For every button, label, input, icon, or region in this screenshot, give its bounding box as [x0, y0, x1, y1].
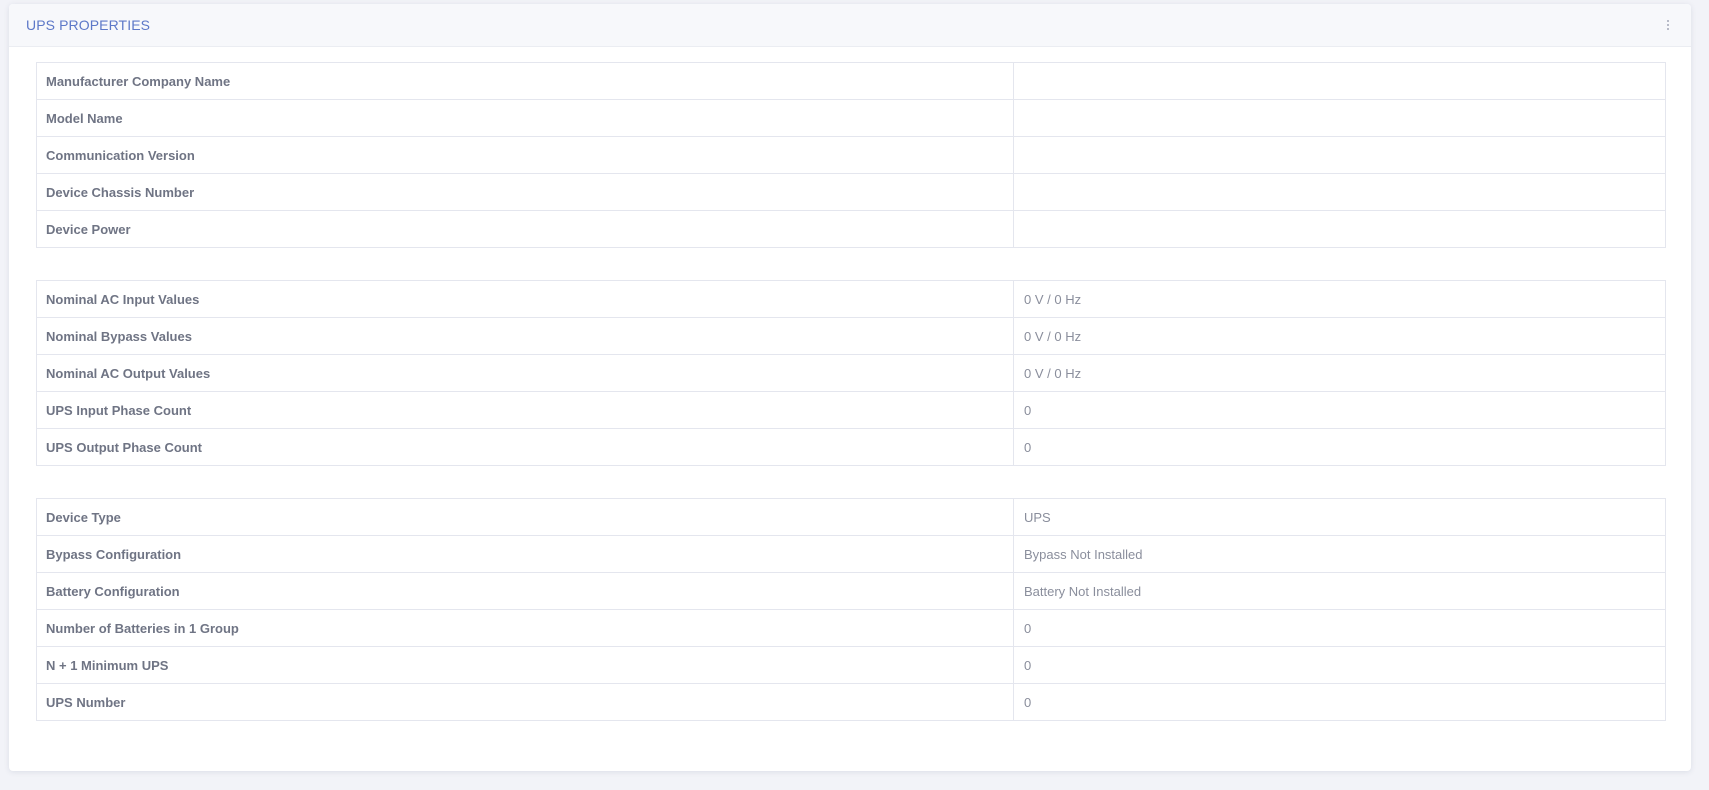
- property-value: [1013, 62, 1666, 100]
- property-value: Bypass Not Installed: [1013, 535, 1666, 573]
- property-label: UPS Number: [36, 683, 1014, 721]
- property-label: Device Chassis Number: [36, 173, 1014, 211]
- property-label: Model Name: [36, 99, 1014, 137]
- property-label: Battery Configuration: [36, 572, 1014, 610]
- property-label: Nominal AC Input Values: [36, 280, 1014, 318]
- property-label: Device Type: [36, 498, 1014, 536]
- table-row: Battery Configuration Battery Not Instal…: [36, 572, 1666, 610]
- table-row: UPS Input Phase Count 0: [36, 391, 1666, 429]
- property-label: Nominal Bypass Values: [36, 317, 1014, 355]
- property-label: Manufacturer Company Name: [36, 62, 1014, 100]
- property-value: 0 V / 0 Hz: [1013, 317, 1666, 355]
- property-value: 0 V / 0 Hz: [1013, 354, 1666, 392]
- property-value: 0: [1013, 391, 1666, 429]
- property-value: 0 V / 0 Hz: [1013, 280, 1666, 318]
- table-row: Device Power: [36, 210, 1666, 248]
- table-row: Number of Batteries in 1 Group 0: [36, 609, 1666, 647]
- property-label: Number of Batteries in 1 Group: [36, 609, 1014, 647]
- property-value: 0: [1013, 646, 1666, 684]
- ups-properties-card: UPS PROPERTIES Manufacturer Company Name…: [9, 4, 1691, 771]
- property-label: UPS Output Phase Count: [36, 428, 1014, 466]
- property-label: UPS Input Phase Count: [36, 391, 1014, 429]
- table-row: Nominal AC Output Values 0 V / 0 Hz: [36, 354, 1666, 392]
- more-vertical-icon[interactable]: [1661, 15, 1675, 35]
- table-row: N + 1 Minimum UPS 0: [36, 646, 1666, 684]
- property-value: Battery Not Installed: [1013, 572, 1666, 610]
- table-row: Nominal Bypass Values 0 V / 0 Hz: [36, 317, 1666, 355]
- device-info-table: Manufacturer Company Name Model Name Com…: [36, 62, 1666, 248]
- table-row: Bypass Configuration Bypass Not Installe…: [36, 535, 1666, 573]
- property-label: Device Power: [36, 210, 1014, 248]
- property-label: Bypass Configuration: [36, 535, 1014, 573]
- table-row: Manufacturer Company Name: [36, 62, 1666, 100]
- property-label: N + 1 Minimum UPS: [36, 646, 1014, 684]
- table-row: Communication Version: [36, 136, 1666, 174]
- property-value: [1013, 173, 1666, 211]
- property-value: 0: [1013, 683, 1666, 721]
- property-value: [1013, 210, 1666, 248]
- table-row: UPS Output Phase Count 0: [36, 428, 1666, 466]
- configuration-table: Device Type UPS Bypass Configuration Byp…: [36, 498, 1666, 721]
- card-header: UPS PROPERTIES: [9, 4, 1691, 47]
- property-value: UPS: [1013, 498, 1666, 536]
- card-title: UPS PROPERTIES: [26, 17, 151, 33]
- table-row: Nominal AC Input Values 0 V / 0 Hz: [36, 280, 1666, 318]
- table-row: Device Chassis Number: [36, 173, 1666, 211]
- table-row: UPS Number 0: [36, 683, 1666, 721]
- property-label: Nominal AC Output Values: [36, 354, 1014, 392]
- card-body: Manufacturer Company Name Model Name Com…: [9, 47, 1691, 721]
- property-value: 0: [1013, 428, 1666, 466]
- property-value: 0: [1013, 609, 1666, 647]
- table-row: Model Name: [36, 99, 1666, 137]
- property-label: Communication Version: [36, 136, 1014, 174]
- property-value: [1013, 99, 1666, 137]
- table-row: Device Type UPS: [36, 498, 1666, 536]
- property-value: [1013, 136, 1666, 174]
- nominal-values-table: Nominal AC Input Values 0 V / 0 Hz Nomin…: [36, 280, 1666, 466]
